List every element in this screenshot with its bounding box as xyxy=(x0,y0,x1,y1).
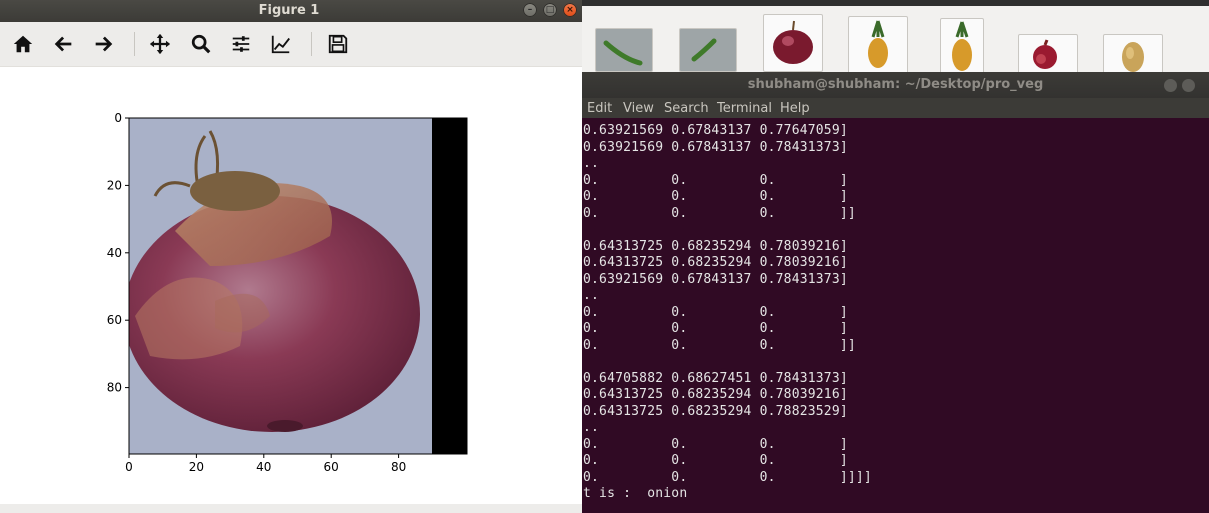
x-axis: 0 20 40 60 80 xyxy=(125,454,406,474)
home-button[interactable] xyxy=(11,32,35,56)
forward-arrow-icon xyxy=(95,36,113,52)
terminal-line: 0.63921569 0.67843137 0.78431373] xyxy=(583,271,848,287)
menu-view[interactable]: View xyxy=(623,101,654,116)
terminal-line: .. xyxy=(583,420,600,435)
terminal-line: 0. 0. 0. ] xyxy=(583,321,848,336)
x-tick-label: 60 xyxy=(324,460,339,474)
menu-help[interactable]: Help xyxy=(780,101,810,116)
close-icon: × xyxy=(566,5,574,15)
matplotlib-figure-window: Figure 1 – □ × 0 20 40 60 80 0 20 40 60 … xyxy=(0,0,582,513)
terminal-line: 0. 0. 0. ] xyxy=(583,436,848,452)
close-button[interactable]: × xyxy=(563,3,577,17)
terminal-minimize-button[interactable] xyxy=(1164,79,1177,92)
y-tick-label: 80 xyxy=(107,381,122,395)
zoom-icon xyxy=(191,34,211,54)
terminal-line: .. xyxy=(583,156,600,171)
x-tick-label: 0 xyxy=(125,460,133,474)
green-chili-2-thumb[interactable] xyxy=(679,28,737,72)
terminal-line: 0. 0. 0. ]]]] xyxy=(583,469,872,485)
figure-title: Figure 1 xyxy=(258,3,320,18)
terminal-line: 0.64705882 0.68627451 0.78431373] xyxy=(583,370,848,386)
terminal-output[interactable]: 0.63921569 0.67843137 0.77647059] 0.63921… xyxy=(582,118,1209,513)
terminal-titlebar: shubham@shubham: ~/Desktop/pro_veg xyxy=(582,72,1209,98)
y-tick-label: 0 xyxy=(114,111,122,125)
minimize-icon: – xyxy=(527,5,533,15)
y-tick-label: 20 xyxy=(107,178,122,192)
subplots-icon xyxy=(232,36,250,52)
terminal-line: 0. 0. 0. ]] xyxy=(583,337,856,353)
terminal-line: 0.64313725 0.68235294 0.78039216] xyxy=(583,238,848,254)
potato-thumb[interactable] xyxy=(1103,34,1163,76)
maximize-icon: □ xyxy=(545,5,555,15)
y-tick-label: 60 xyxy=(107,313,122,327)
y-tick-label: 40 xyxy=(107,246,122,260)
minimize-button[interactable]: – xyxy=(523,3,537,17)
figure-toolbar xyxy=(0,22,582,67)
pineapple-thumb[interactable] xyxy=(848,16,908,74)
terminal-line: 0. 0. 0. ] xyxy=(583,172,848,188)
pan-icon xyxy=(149,33,171,55)
zoom-button[interactable] xyxy=(189,32,213,56)
configure-subplots-button[interactable] xyxy=(229,32,253,56)
home-icon xyxy=(13,35,33,53)
terminal-line: 0. 0. 0. ] xyxy=(583,189,848,204)
forward-button[interactable] xyxy=(91,32,115,56)
toolbar-separator xyxy=(134,32,135,56)
menu-edit[interactable]: Edit xyxy=(587,101,612,116)
terminal-maximize-button[interactable] xyxy=(1182,79,1195,92)
figure-status-bar xyxy=(0,504,582,513)
save-button[interactable] xyxy=(326,32,350,56)
terminal-line: 0. 0. 0. ]] xyxy=(583,205,856,221)
edit-axes-button[interactable] xyxy=(269,32,293,56)
toolbar-separator xyxy=(311,32,312,56)
y-axis: 0 20 40 60 80 xyxy=(107,111,129,395)
edit-axes-icon xyxy=(271,35,290,54)
terminal-line: 0.64313725 0.68235294 0.78823529] xyxy=(583,403,848,419)
menu-search[interactable]: Search xyxy=(664,101,709,116)
green-chili-thumb[interactable] xyxy=(595,28,653,72)
terminal-line: 0. 0. 0. ] xyxy=(583,304,848,320)
terminal-line: 0. 0. 0. ] xyxy=(583,453,848,468)
figure-titlebar: Figure 1 – □ × xyxy=(0,0,582,22)
back-arrow-icon xyxy=(54,36,72,52)
image-plot[interactable]: 0 20 40 60 80 0 20 40 60 80 xyxy=(0,66,582,504)
onion-icon xyxy=(773,20,813,64)
menu-terminal[interactable]: Terminal xyxy=(717,101,772,116)
terminal-line: .. xyxy=(583,288,600,303)
image-padding xyxy=(432,118,467,454)
chili-icon xyxy=(603,40,643,66)
pomegranate-icon xyxy=(1033,39,1057,69)
pineapple-icon xyxy=(868,20,888,68)
pineapple-icon xyxy=(952,21,972,71)
pomegranate-thumb[interactable] xyxy=(1018,34,1078,76)
maximize-button[interactable]: □ xyxy=(543,3,557,17)
back-button[interactable] xyxy=(52,32,76,56)
desktop-thumbnail-strip xyxy=(582,0,1209,76)
terminal-line: 0.63921569 0.67843137 0.78431373] xyxy=(583,139,848,155)
pan-button[interactable] xyxy=(148,32,172,56)
chili-icon xyxy=(691,38,717,62)
terminal-line: 0.63921569 0.67843137 0.77647059] xyxy=(583,123,848,138)
x-tick-label: 20 xyxy=(189,460,204,474)
x-tick-label: 80 xyxy=(391,460,406,474)
terminal-line: 0.64313725 0.68235294 0.78039216] xyxy=(583,387,848,402)
terminal-line: 0.64313725 0.68235294 0.78039216] xyxy=(583,255,848,270)
pineapple-2-thumb[interactable] xyxy=(940,18,984,76)
terminal-line: t is : onion xyxy=(583,486,688,501)
save-icon xyxy=(328,34,348,54)
potato-icon xyxy=(1122,42,1144,72)
x-tick-label: 40 xyxy=(256,460,271,474)
red-onion-thumb[interactable] xyxy=(763,14,823,72)
terminal-title: shubham@shubham: ~/Desktop/pro_veg xyxy=(747,77,1044,92)
terminal-menubar: Edit View Search Terminal Help xyxy=(582,98,1209,118)
